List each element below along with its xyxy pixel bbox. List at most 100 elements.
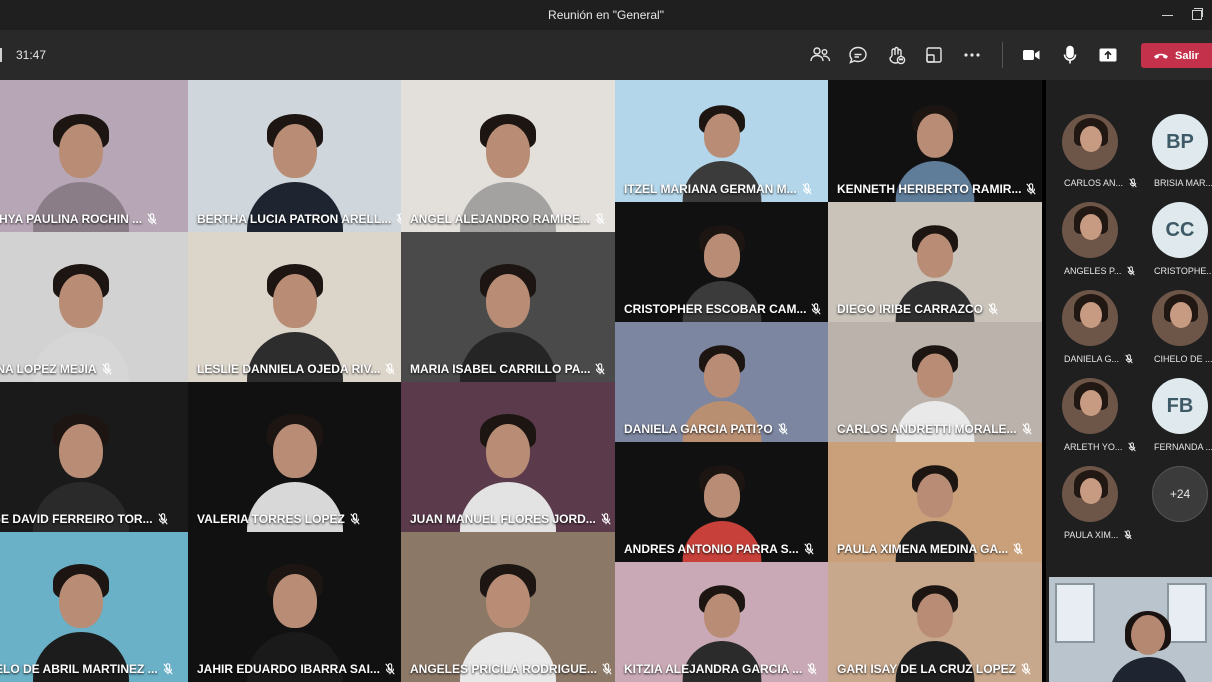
video-tile[interactable]: GARI ISAY DE LA CRUZ LOPEZ <box>828 562 1042 682</box>
participant-name-label: VALERIA TORRES LOPEZ <box>188 506 401 532</box>
reactions-icon[interactable] <box>885 44 907 66</box>
roster-participant[interactable]: FB FERNANDA ... <box>1136 378 1212 464</box>
head <box>703 593 740 638</box>
roster-name-label: CIHELO DE ... <box>1154 354 1212 364</box>
mic-muted-icon <box>385 363 396 375</box>
head <box>59 124 103 178</box>
roster-participant[interactable]: CC CRISTOPHE... <box>1136 202 1212 288</box>
video-tile[interactable]: CARLOS ANDRETTI MORALE... <box>828 322 1042 442</box>
roster-name-label: CARLOS AN... <box>1064 178 1137 188</box>
minimize-icon[interactable] <box>1158 6 1178 24</box>
mic-muted-icon <box>595 363 606 375</box>
head <box>272 274 317 328</box>
avatar-initials: BP <box>1152 114 1208 170</box>
participant-name-label: CARLOS ANDRETTI MORALE... <box>828 416 1042 442</box>
mic-muted-icon <box>595 213 605 225</box>
more-participants-button[interactable]: +24 <box>1136 466 1212 552</box>
video-tile[interactable]: ANDRES ANTONIO PARRA S... <box>615 442 828 562</box>
self-view-video[interactable] <box>1049 577 1212 682</box>
roster-name-label: CRISTOPHE... <box>1154 266 1212 276</box>
video-tile[interactable]: MINA LOPEZ MEJIA <box>0 232 188 382</box>
roster-name: DANIELA G... <box>1064 354 1120 364</box>
title-bar: Reunión en "General" <box>0 0 1212 30</box>
video-tile[interactable]: JAHIR EDUARDO IBARRA SAI... <box>188 532 401 682</box>
restore-icon[interactable] <box>1187 6 1207 24</box>
video-tile[interactable]: VALERIA TORRES LOPEZ <box>188 382 401 532</box>
video-grid: NTHYA PAULINA ROCHIN ... BERTHA LUCIA PAT… <box>0 80 1046 682</box>
participant-name: ITZEL MARIANA GERMAN M... <box>624 182 797 196</box>
camera-icon[interactable] <box>1020 44 1042 66</box>
mic-muted-icon <box>350 513 360 525</box>
video-tile[interactable]: CIELO DE ABRIL MARTINEZ ... <box>0 532 188 682</box>
roster-participant[interactable]: CIHELO DE ... <box>1136 290 1212 376</box>
head <box>59 424 103 478</box>
more-count: +24 <box>1152 466 1208 522</box>
chat-icon[interactable] <box>847 44 869 66</box>
roster-participant[interactable]: ANGELES P... <box>1046 202 1136 288</box>
mic-muted-icon <box>804 543 814 555</box>
mic-muted-icon <box>602 663 612 675</box>
roster-participant[interactable]: CARLOS AN... <box>1046 114 1137 200</box>
participant-name-label: GARI ISAY DE LA CRUZ LOPEZ <box>828 656 1042 682</box>
participant-name-label: MINA LOPEZ MEJIA <box>0 356 188 382</box>
avatar <box>1152 290 1208 346</box>
head <box>486 274 530 328</box>
microphone-icon[interactable] <box>1059 44 1081 66</box>
video-tile[interactable]: CRISTOPHER ESCOBAR CAM... <box>615 202 828 322</box>
avatar <box>1062 378 1118 434</box>
meeting-timer: 31:47 <box>16 48 47 62</box>
mic-muted-icon <box>1021 423 1032 435</box>
participant-name: PAULA XIMENA MEDINA GA... <box>837 542 1009 556</box>
video-tile[interactable]: ANGEL ALEJANDRO RAMIRE... <box>401 80 615 232</box>
video-tile[interactable]: ITZEL MARIANA GERMAN M... <box>615 80 828 202</box>
video-tile[interactable]: MARIA ISABEL CARRILLO PA... <box>401 232 615 382</box>
roster-name: ARLETH YO... <box>1064 442 1123 452</box>
mic-muted-icon <box>147 213 157 225</box>
participant-name-label: CRISTOPHER ESCOBAR CAM... <box>615 296 828 322</box>
video-tile[interactable]: DIEGO IRIBE CARRAZCO <box>828 202 1042 322</box>
roster-name: FERNANDA ... <box>1154 442 1212 452</box>
video-tile[interactable]: KENNETH HERIBERTO RAMIR... <box>828 80 1042 202</box>
video-tile[interactable]: PAULA XIMENA MEDINA GA... <box>828 442 1042 562</box>
avatar <box>1062 466 1118 522</box>
avatar <box>1062 114 1118 170</box>
participant-name: MINA LOPEZ MEJIA <box>0 362 97 376</box>
participant-name: NTHYA PAULINA ROCHIN ... <box>0 212 143 226</box>
video-tile[interactable]: RGE DAVID FERREIRO TOR... <box>0 382 188 532</box>
share-screen-icon[interactable] <box>1097 44 1119 66</box>
participant-name-label: JUAN MANUEL FLORES JORD... <box>401 506 615 532</box>
mic-muted-icon <box>811 303 822 315</box>
head <box>916 473 954 518</box>
head <box>703 233 740 278</box>
participants-icon[interactable] <box>809 44 831 66</box>
video-tile[interactable]: KITZIA ALEJANDRA GARCIA ... <box>615 562 828 682</box>
teams-meeting-window: Reunión en "General" 31:47 Salir HYA PAU… <box>0 0 1212 682</box>
video-tile[interactable]: NTHYA PAULINA ROCHIN ... <box>0 80 188 232</box>
roster-name: PAULA XIM... <box>1064 530 1119 540</box>
participant-name-label: RGE DAVID FERREIRO TOR... <box>0 506 188 532</box>
avatar-initials: FB <box>1152 378 1208 434</box>
body <box>1109 657 1189 682</box>
participant-name-label: ANGELES PRICILA RODRIGUE... <box>401 656 615 682</box>
rooms-icon[interactable] <box>923 44 945 66</box>
video-tile[interactable]: ANGELES PRICILA RODRIGUE... <box>401 532 615 682</box>
roster-name: CRISTOPHE... <box>1154 266 1212 276</box>
head <box>1080 390 1102 416</box>
mic-muted-icon <box>601 513 611 525</box>
roster-participant[interactable]: PAULA XIM... <box>1046 466 1136 552</box>
roster-participant[interactable]: DANIELA G... <box>1046 290 1136 376</box>
more-actions-icon[interactable] <box>961 44 983 66</box>
roster-participant[interactable]: BP BRISIA MAR... <box>1136 114 1212 200</box>
roster-participant[interactable]: ARLETH YO... <box>1046 378 1137 464</box>
video-tile[interactable]: JUAN MANUEL FLORES JORD... <box>401 382 615 532</box>
participant-name: JAHIR EDUARDO IBARRA SAI... <box>197 662 380 676</box>
leave-button-label: Salir <box>1175 49 1199 62</box>
mic-muted-icon <box>778 423 788 435</box>
leave-button[interactable]: Salir <box>1141 43 1212 68</box>
participant-name: KENNETH HERIBERTO RAMIR... <box>837 182 1022 196</box>
video-tile[interactable]: BERTHA LUCIA PATRON ARELL... <box>188 80 401 232</box>
roster-name-label: ARLETH YO... <box>1064 442 1137 452</box>
video-tile[interactable]: DANIELA GARCIA PATI?O <box>615 322 828 442</box>
video-tile[interactable]: LESLIE DANNIELA OJEDA RIV... <box>188 232 401 382</box>
participant-name-label: ANGEL ALEJANDRO RAMIRE... <box>401 206 615 232</box>
